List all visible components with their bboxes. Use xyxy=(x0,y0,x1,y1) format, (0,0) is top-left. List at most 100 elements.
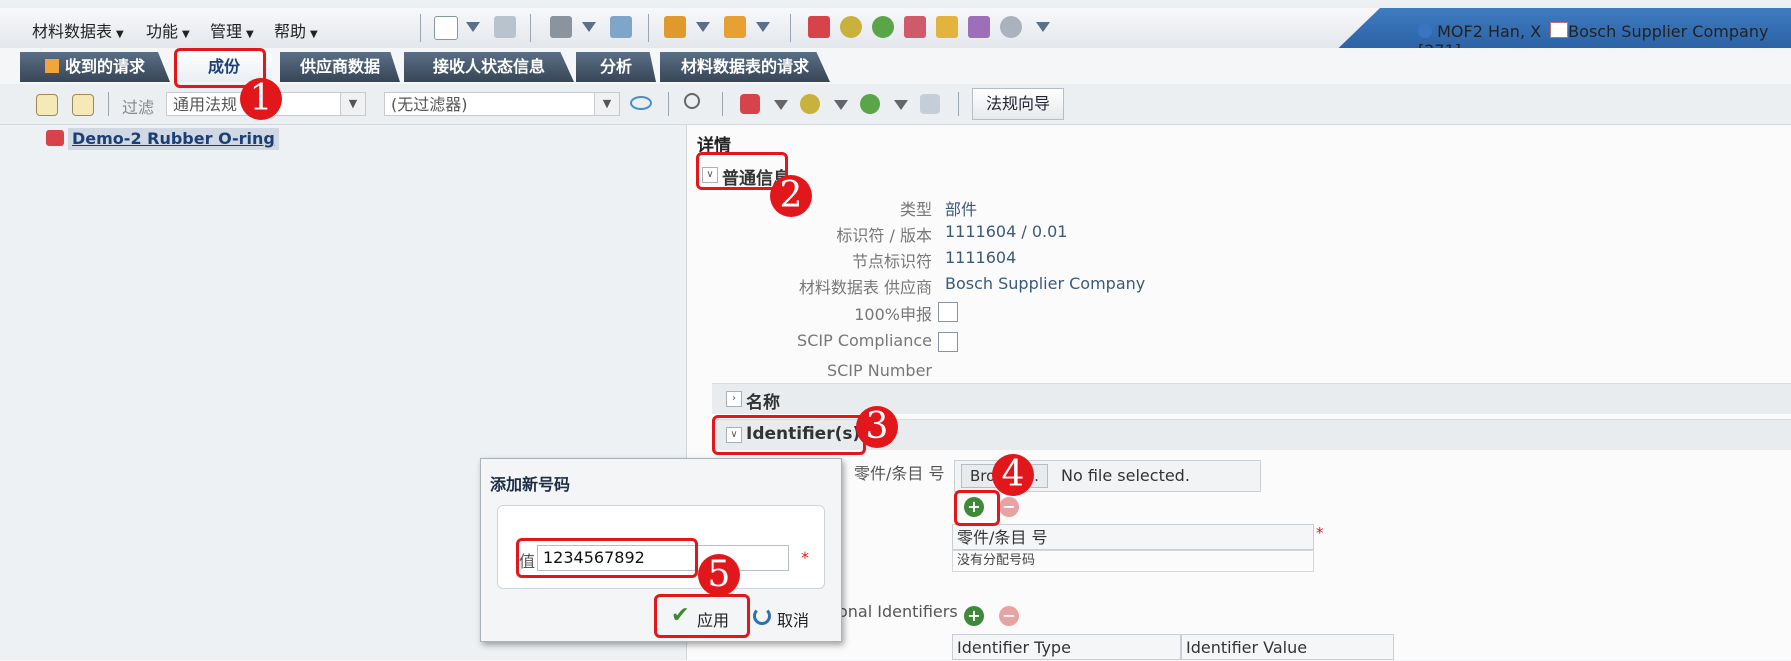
tab-label: 供应商数据 xyxy=(299,57,380,76)
chevron-down-icon: ▼ xyxy=(246,29,254,40)
export-icon[interactable] xyxy=(724,16,746,38)
folder-icon[interactable] xyxy=(936,16,958,38)
field-label-supplier: 材料数据表 供应商 xyxy=(798,278,932,297)
remove-identifier-icon[interactable]: − xyxy=(999,606,1019,626)
field-label-identifier-version: 标识符 / 版本 xyxy=(836,226,932,245)
component-icon xyxy=(46,130,64,146)
button-label: 法规向导 xyxy=(985,94,1050,113)
tab-label: 材料数据表的请求 xyxy=(680,57,809,76)
chevron-down-icon: ▼ xyxy=(310,29,318,40)
dropdown-arrow-icon[interactable] xyxy=(774,100,788,110)
expand-all-icon[interactable] xyxy=(36,94,58,116)
tab-analysis[interactable]: 分析 xyxy=(576,52,656,82)
regulation-select-value: 通用法规 xyxy=(173,95,238,114)
gear-icon[interactable] xyxy=(1000,16,1022,38)
add-component-icon[interactable] xyxy=(740,94,760,114)
menu-item-functions[interactable]: 功能 ▼ xyxy=(146,18,190,42)
add-identifier-icon[interactable]: + xyxy=(964,606,984,626)
save-icon[interactable] xyxy=(494,16,516,38)
remove-icon[interactable]: − xyxy=(999,497,1019,517)
add-material-icon[interactable] xyxy=(800,94,820,114)
dropdown-arrow-icon[interactable] xyxy=(466,22,480,32)
substance-icon[interactable] xyxy=(872,16,894,38)
annotation-number-5: 5 xyxy=(698,554,740,596)
field-value-node-id: 1111604 xyxy=(945,248,1017,267)
tab-label: 收到的请求 xyxy=(64,57,145,76)
company-icon xyxy=(1550,22,1569,38)
identifier-value-column-header: Identifier Value xyxy=(1181,634,1394,660)
annotation-box-3 xyxy=(712,415,866,455)
menu-item-admin[interactable]: 管理 ▼ xyxy=(210,18,254,42)
dropdown-arrow-icon[interactable] xyxy=(756,22,770,32)
toolbar-separator xyxy=(420,14,421,42)
filter-select-value: (无过滤器) xyxy=(391,95,468,114)
tab-datasheet-requests[interactable]: 材料数据表的请求 xyxy=(660,52,830,82)
document-check-icon[interactable] xyxy=(610,16,632,38)
annotation-number-2: 2 xyxy=(770,175,812,217)
identifier-type-column-header: Identifier Type xyxy=(952,634,1181,660)
expand-icon[interactable]: › xyxy=(726,391,742,407)
flask-icon[interactable] xyxy=(968,16,990,38)
field-value-type: 部件 xyxy=(945,200,978,219)
dialog-title: 添加新号码 xyxy=(490,475,571,494)
dropdown-arrow-icon[interactable] xyxy=(894,100,908,110)
search-icon[interactable] xyxy=(684,93,700,109)
tab-recipient-status[interactable]: 接收人状态信息 xyxy=(404,52,574,82)
scip-compliance-checkbox[interactable] xyxy=(938,332,958,352)
menu-area xyxy=(0,8,1380,48)
menu-label: 帮助 xyxy=(274,22,307,41)
dropdown-arrow-icon[interactable] xyxy=(582,22,596,32)
annotation-number-3: 3 xyxy=(856,406,898,448)
no-number-assigned-text: 没有分配号码 xyxy=(952,550,1314,572)
required-mark: * xyxy=(801,548,809,567)
annotation-box-apply xyxy=(654,594,750,638)
user-name: MOF2 Han, X xyxy=(1437,22,1542,41)
toolbar-separator xyxy=(790,14,791,42)
additional-identifiers-label: onal Identifiers xyxy=(838,602,958,621)
chevron-down-icon: ▼ xyxy=(594,93,619,115)
import-icon[interactable] xyxy=(664,16,686,38)
eye-icon[interactable] xyxy=(630,96,652,110)
menu-label: 材料数据表 xyxy=(32,22,113,41)
filter-select[interactable]: (无过滤器) ▼ xyxy=(384,92,620,116)
dropdown-arrow-icon[interactable] xyxy=(696,22,710,32)
cancel-button[interactable]: 取消 xyxy=(751,603,821,631)
edit-icon[interactable] xyxy=(920,94,940,114)
section-title: 名称 xyxy=(746,393,780,413)
material-icon[interactable] xyxy=(840,16,862,38)
annotation-box-4 xyxy=(954,490,1000,526)
toolbar-separator xyxy=(648,14,649,42)
menu-item-datasheet[interactable]: 材料数据表 ▼ xyxy=(32,18,124,42)
annotation-number-4: 4 xyxy=(992,454,1034,496)
collapse-all-icon[interactable] xyxy=(72,94,94,116)
toolbar-separator xyxy=(722,92,723,116)
chevron-down-icon: ▼ xyxy=(116,29,124,40)
general-section-header[interactable]: ∨ 普通信息 xyxy=(700,160,1791,190)
field-label-node-id: 节点标识符 xyxy=(851,252,932,271)
cancel-icon xyxy=(753,607,771,625)
tab-supplier-data[interactable]: 供应商数据 xyxy=(280,52,400,82)
tab-received-requests[interactable]: 收到的请求 xyxy=(20,52,170,82)
menu-label: 功能 xyxy=(146,22,179,41)
field-label-scip-compliance: SCIP Compliance xyxy=(797,331,932,350)
inbox-icon xyxy=(44,59,59,73)
new-document-icon[interactable] xyxy=(434,16,458,40)
print-icon[interactable] xyxy=(550,16,572,38)
annotation-number-1: 1 xyxy=(240,78,282,120)
tab-label: 分析 xyxy=(599,57,632,76)
tab-label: 接收人状态信息 xyxy=(432,57,545,76)
add-substance-icon[interactable] xyxy=(860,94,880,114)
component-icon[interactable] xyxy=(808,16,830,38)
tree-item-selected[interactable]: Demo-2 Rubber O-ring xyxy=(68,128,279,150)
chevron-down-icon: ▼ xyxy=(182,29,190,40)
regulation-wizard-button[interactable]: 法规向导 xyxy=(972,88,1064,120)
menu-item-help[interactable]: 帮助 ▼ xyxy=(274,18,318,42)
toolbar-separator xyxy=(958,92,959,116)
chevron-down-icon: ▼ xyxy=(340,93,365,115)
user-icon xyxy=(1418,24,1432,38)
dropdown-arrow-icon[interactable] xyxy=(834,100,848,110)
basic-substance-icon[interactable] xyxy=(904,16,926,38)
required-mark: * xyxy=(1316,524,1324,542)
dropdown-arrow-icon[interactable] xyxy=(1036,22,1050,32)
full-declaration-checkbox[interactable] xyxy=(938,302,958,322)
